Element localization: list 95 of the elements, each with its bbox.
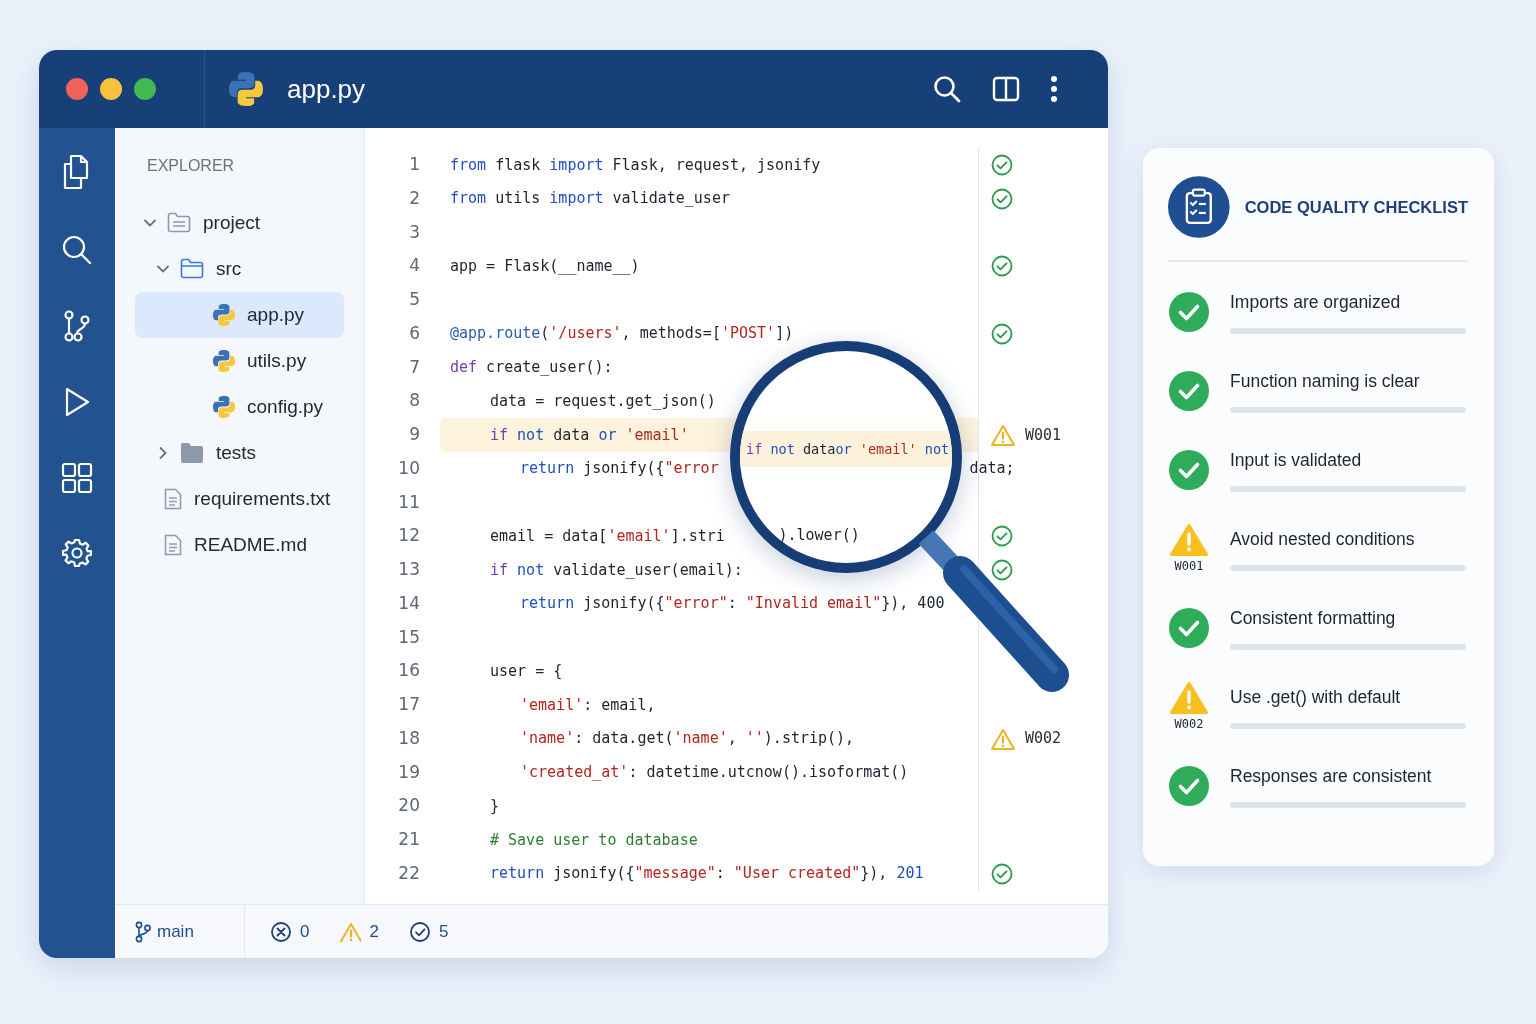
line-number: 6 (408, 321, 420, 345)
check-circle-icon (408, 920, 431, 943)
line-number: 15 (397, 625, 420, 649)
code-line: def create_user(): (450, 357, 613, 379)
error-icon (270, 920, 292, 943)
line-number: 7 (408, 355, 420, 379)
checklist-item-label: Function naming is clear (1230, 370, 1421, 394)
close-dot[interactable] (66, 78, 88, 100)
tree-item[interactable]: requirements.txt (135, 476, 344, 522)
code-line: return jsonify({"error (520, 458, 719, 480)
window-title: app.py (286, 72, 366, 106)
tree-item[interactable]: utils.py (135, 338, 344, 384)
extensions-icon[interactable] (61, 462, 93, 494)
search-icon[interactable] (61, 234, 93, 266)
code-line: 'email': email, (520, 694, 656, 716)
tree-item[interactable]: tests (135, 430, 344, 476)
code-line: 'name': data.get('name', '').strip(), (520, 728, 855, 750)
split-view-icon[interactable] (992, 75, 1020, 103)
tree-item[interactable]: README.md (135, 522, 344, 568)
code-line: app = Flask(__name__) (450, 255, 640, 277)
checklist-item-label: Avoid nested conditions (1230, 528, 1416, 552)
line-number: 5 (408, 288, 420, 312)
code-line: if not data or 'email' (490, 424, 689, 446)
code-line: return jsonify({"error": "Invalid email"}), 400 (520, 593, 945, 615)
line-number: 17 (397, 693, 420, 717)
branch-indicator[interactable]: main (115, 905, 245, 958)
code-line: # Save user to database (490, 829, 698, 851)
warning-icon (339, 921, 362, 942)
line-number: 13 (397, 558, 420, 582)
maximize-dot[interactable] (134, 78, 156, 100)
line-number: 19 (397, 760, 420, 784)
checklist-item-label: Responses are consistent (1230, 765, 1433, 789)
code-line: if not validate_user(email): (490, 559, 743, 581)
line-number: 20 (397, 794, 420, 818)
explorer-title: EXPLORER (146, 156, 236, 176)
line-number: 8 (408, 389, 420, 413)
warning-code: W002 (1174, 715, 1204, 733)
code-line: @app.route('/users', methods=['POST']) (450, 323, 794, 345)
code-line: from flask import Flask, request, jsonify (450, 154, 821, 176)
python-file-icon (213, 396, 235, 418)
run-icon[interactable] (63, 386, 91, 418)
folder-icon (167, 212, 191, 234)
line-number: 11 (397, 490, 420, 514)
checklist-item-label: Consistent formatting (1230, 607, 1397, 631)
code-line: } (490, 795, 500, 817)
code-line: email = data['email'].stri (490, 525, 725, 547)
code-fragment: data; (969, 457, 1015, 479)
folder-icon (180, 442, 204, 464)
python-file-icon (213, 350, 235, 372)
line-number: 2 (408, 186, 420, 210)
clipboard-icon (1168, 176, 1230, 238)
line-number: 22 (397, 861, 420, 885)
line-number: 14 (397, 591, 420, 615)
settings-icon[interactable] (62, 538, 92, 568)
line-number: 12 (397, 524, 420, 548)
line-number: 1 (408, 153, 420, 177)
document-icon (164, 534, 182, 556)
line-number: 18 (397, 726, 420, 750)
checklist-item-label: Imports are organized (1230, 291, 1402, 315)
code-line: return jsonify({"message": "User created"}), 201 (490, 863, 924, 885)
warning-code: W001 (1025, 424, 1062, 446)
code-line: from utils import validate_user (450, 188, 730, 210)
checklist-item-label: Input is validated (1230, 449, 1363, 473)
line-number: 16 (397, 659, 420, 683)
code-fragment: ).lower() (778, 525, 860, 547)
warning-code: W002 (1025, 728, 1062, 750)
line-number: 10 (397, 456, 420, 480)
line-number: 9 (408, 423, 420, 447)
warning-code: W001 (1174, 557, 1204, 575)
document-icon (164, 488, 182, 510)
branch-icon[interactable] (63, 310, 91, 342)
checklist-item-label: Use .get() with default (1230, 686, 1402, 710)
python-file-icon (213, 304, 235, 326)
folder-icon (180, 258, 204, 280)
line-number: 3 (408, 220, 420, 244)
search-icon[interactable] (932, 74, 962, 104)
code-line: 'created_at': datetime.utcnow().isoformat() (520, 762, 909, 784)
code-line: user = { (490, 660, 563, 682)
warning-count: 2 (369, 920, 379, 943)
branch-name: main (157, 920, 194, 943)
branch-icon (135, 920, 151, 943)
python-logo-icon (229, 72, 263, 106)
tree-item[interactable]: config.py (135, 384, 344, 430)
code-line: data = request.get_json() (490, 390, 716, 412)
tree-item[interactable]: src (135, 246, 344, 292)
error-count: 0 (300, 920, 310, 943)
minimize-dot[interactable] (100, 78, 122, 100)
passed-count: 5 (438, 920, 449, 943)
line-number: 4 (408, 254, 420, 278)
tree-item[interactable]: project (135, 200, 344, 246)
magnified-code-line: if not dataor 'email' not (746, 440, 950, 459)
line-number: 21 (397, 828, 420, 852)
tree-item[interactable]: app.py (135, 292, 344, 338)
more-icon[interactable] (1050, 75, 1058, 103)
checklist-title: CODE QUALITY CHECKLIST (1244, 196, 1468, 218)
